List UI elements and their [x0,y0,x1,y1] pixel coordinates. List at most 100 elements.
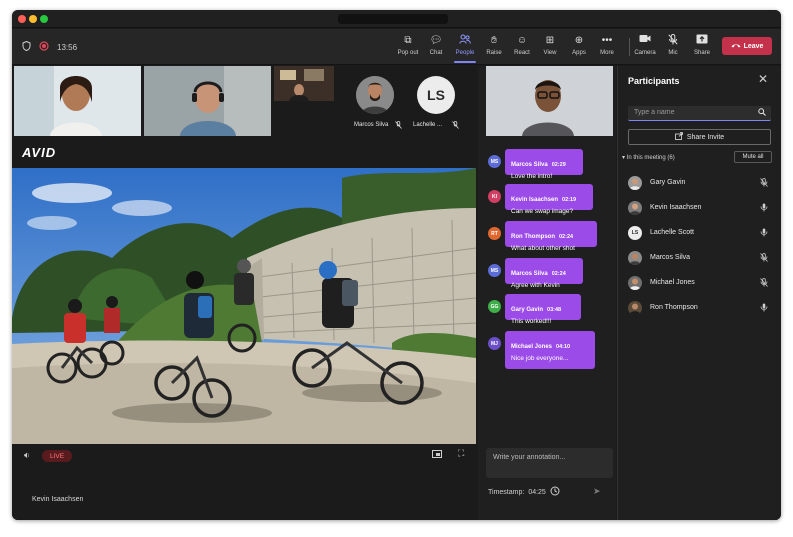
participants-panel: Participants ✕ Type a name Share Invite … [617,66,781,520]
sender-name: Marcos Silva [511,271,548,277]
participant-row[interactable]: LS Lachelle Scott [628,222,773,244]
clock-reset-icon[interactable] [550,486,560,498]
participant-name: Lachelle ... [413,122,443,128]
message-bubble[interactable]: Michael Jones 04:10 Nice job everyone... [505,331,595,369]
share-label: Share [693,50,710,56]
avatar-lachelle-scott[interactable]: LS [417,76,455,114]
search-icon[interactable] [758,108,766,118]
participant-row[interactable]: Marcos Silva [628,247,773,269]
apps-button[interactable]: ⊕ Apps [564,34,594,56]
more-icon: ••• [601,35,613,46]
meeting-content: Marcos Silva LS Lachelle ... AVID 🔉︎ LIV… [12,66,781,520]
message-bubble[interactable]: Ron Thompson 02:24 What about other shot [505,221,597,252]
view-icon: ⊞ [545,35,555,46]
people-label: People [455,50,475,56]
message-time: 02:29 [551,162,566,168]
react-label: React [514,50,530,56]
people-icon [450,34,480,47]
brand-bar: AVID [12,138,476,168]
timestamp-label: Timestamp: [488,488,525,496]
in-meeting-section-toggle[interactable]: ▾ In this meeting (6) [622,154,675,161]
share-invite-label: Share Invite [686,133,725,141]
participant-row[interactable]: Ron Thompson [628,297,773,319]
apps-icon: ⊕ [574,35,584,46]
sender-name: Michael Jones [511,344,553,350]
timestamp-row: Timestamp: 04:25 [488,486,560,498]
leave-button[interactable]: Leave [722,37,772,55]
live-badge: LIVE [42,450,72,462]
mic-icon [760,228,768,239]
annotation-input[interactable]: Write your annotation... [486,448,613,478]
mic-icon [760,203,768,214]
maximize-window-button[interactable] [40,15,48,23]
mic-icon [760,303,768,314]
participant-row[interactable]: Gary Gavin [628,172,773,194]
view-button[interactable]: ⊞ View [535,34,565,56]
participant-row[interactable]: Kevin Isaachsen [628,197,773,219]
message-time: 04:10 [556,344,571,350]
sender-name: Ron Thompson [511,234,555,240]
stage-controls: 🔉︎ LIVE ⛶ [12,446,476,476]
close-window-button[interactable] [18,15,26,23]
timestamp-value: 04:25 [528,488,546,496]
participant-name: Marcos Silva [650,254,691,261]
video-tile-woman[interactable] [14,66,141,136]
video-tile-man-glasses[interactable] [486,66,613,136]
message-bubble[interactable]: Marcos Silva 02:29 Love the intro! [505,149,583,180]
leave-label: Leave [743,42,764,50]
message-text: Can we swap image? [511,208,574,215]
avatar: GG [488,300,501,313]
mic-button[interactable]: Mic [658,34,688,56]
participant-video [274,66,334,136]
message-text: Love the intro! [511,173,553,180]
camera-button[interactable]: Camera [630,34,660,56]
view-label: View [543,50,557,56]
video-tile-man-headset[interactable] [144,66,271,136]
avatar-marcos-silva[interactable] [356,76,394,114]
more-button[interactable]: ••• More [592,34,622,56]
mic-off-icon [760,178,768,189]
active-speaker-name: Kevin Isaachsen [32,496,84,503]
share-icon [687,34,717,47]
share-icon [674,132,683,142]
panel-title: Participants [628,76,680,86]
mute-all-button[interactable]: Mute all [734,151,772,163]
people-button[interactable]: People [450,34,480,63]
mic-off-icon [658,34,688,47]
more-label: More [600,50,614,56]
share-invite-button[interactable]: Share Invite [628,129,771,145]
title-bar [12,10,781,28]
pop-out-label: Pop out [397,50,419,56]
share-button[interactable]: Share [687,34,717,56]
pop-out-icon: ⧉ [404,35,412,46]
picture-in-picture-icon[interactable] [432,450,442,458]
participant-name: Ron Thompson [650,304,698,311]
minimize-window-button[interactable] [29,15,37,23]
main-video-stage[interactable] [12,168,476,444]
participant-video [144,66,271,136]
send-icon[interactable]: ➤ [593,486,601,497]
pop-out-button[interactable]: ⧉ Pop out [393,34,423,56]
participant-search-input[interactable]: Type a name [628,106,771,121]
video-tile-room[interactable] [274,66,334,136]
message-bubble[interactable]: Marcos Silva 02:24 Agree with Kevin [505,258,583,289]
message-time: 03:48 [547,307,562,313]
participant-row[interactable]: Michael Jones [628,272,773,294]
mic-off-icon [760,278,768,289]
participant-name: Michael Jones [650,279,695,286]
raise-hand-button[interactable]: ✋︎ Raise [479,34,509,56]
avatar [628,276,642,290]
close-icon[interactable]: ✕ [758,72,768,86]
speaker-volume-icon[interactable]: 🔉︎ [24,450,30,461]
react-button[interactable]: ☺ React [507,34,537,56]
chat-button[interactable]: 💬︎ Chat [421,34,451,56]
message-bubble[interactable]: Gary Gavin 03:48 This worked!!! [505,294,581,325]
raise-hand-icon: ✋︎ [491,35,497,46]
message-text: What about other shot [511,245,575,252]
message-bubble[interactable]: Kevin Isaachsen 02:19 Can we swap image? [505,184,593,215]
avatar: RT [488,227,501,240]
avid-logo: AVID [22,145,57,160]
message-time: 02:24 [559,234,574,240]
fullscreen-icon[interactable]: ⛶ [458,448,464,459]
apps-label: Apps [572,50,586,56]
